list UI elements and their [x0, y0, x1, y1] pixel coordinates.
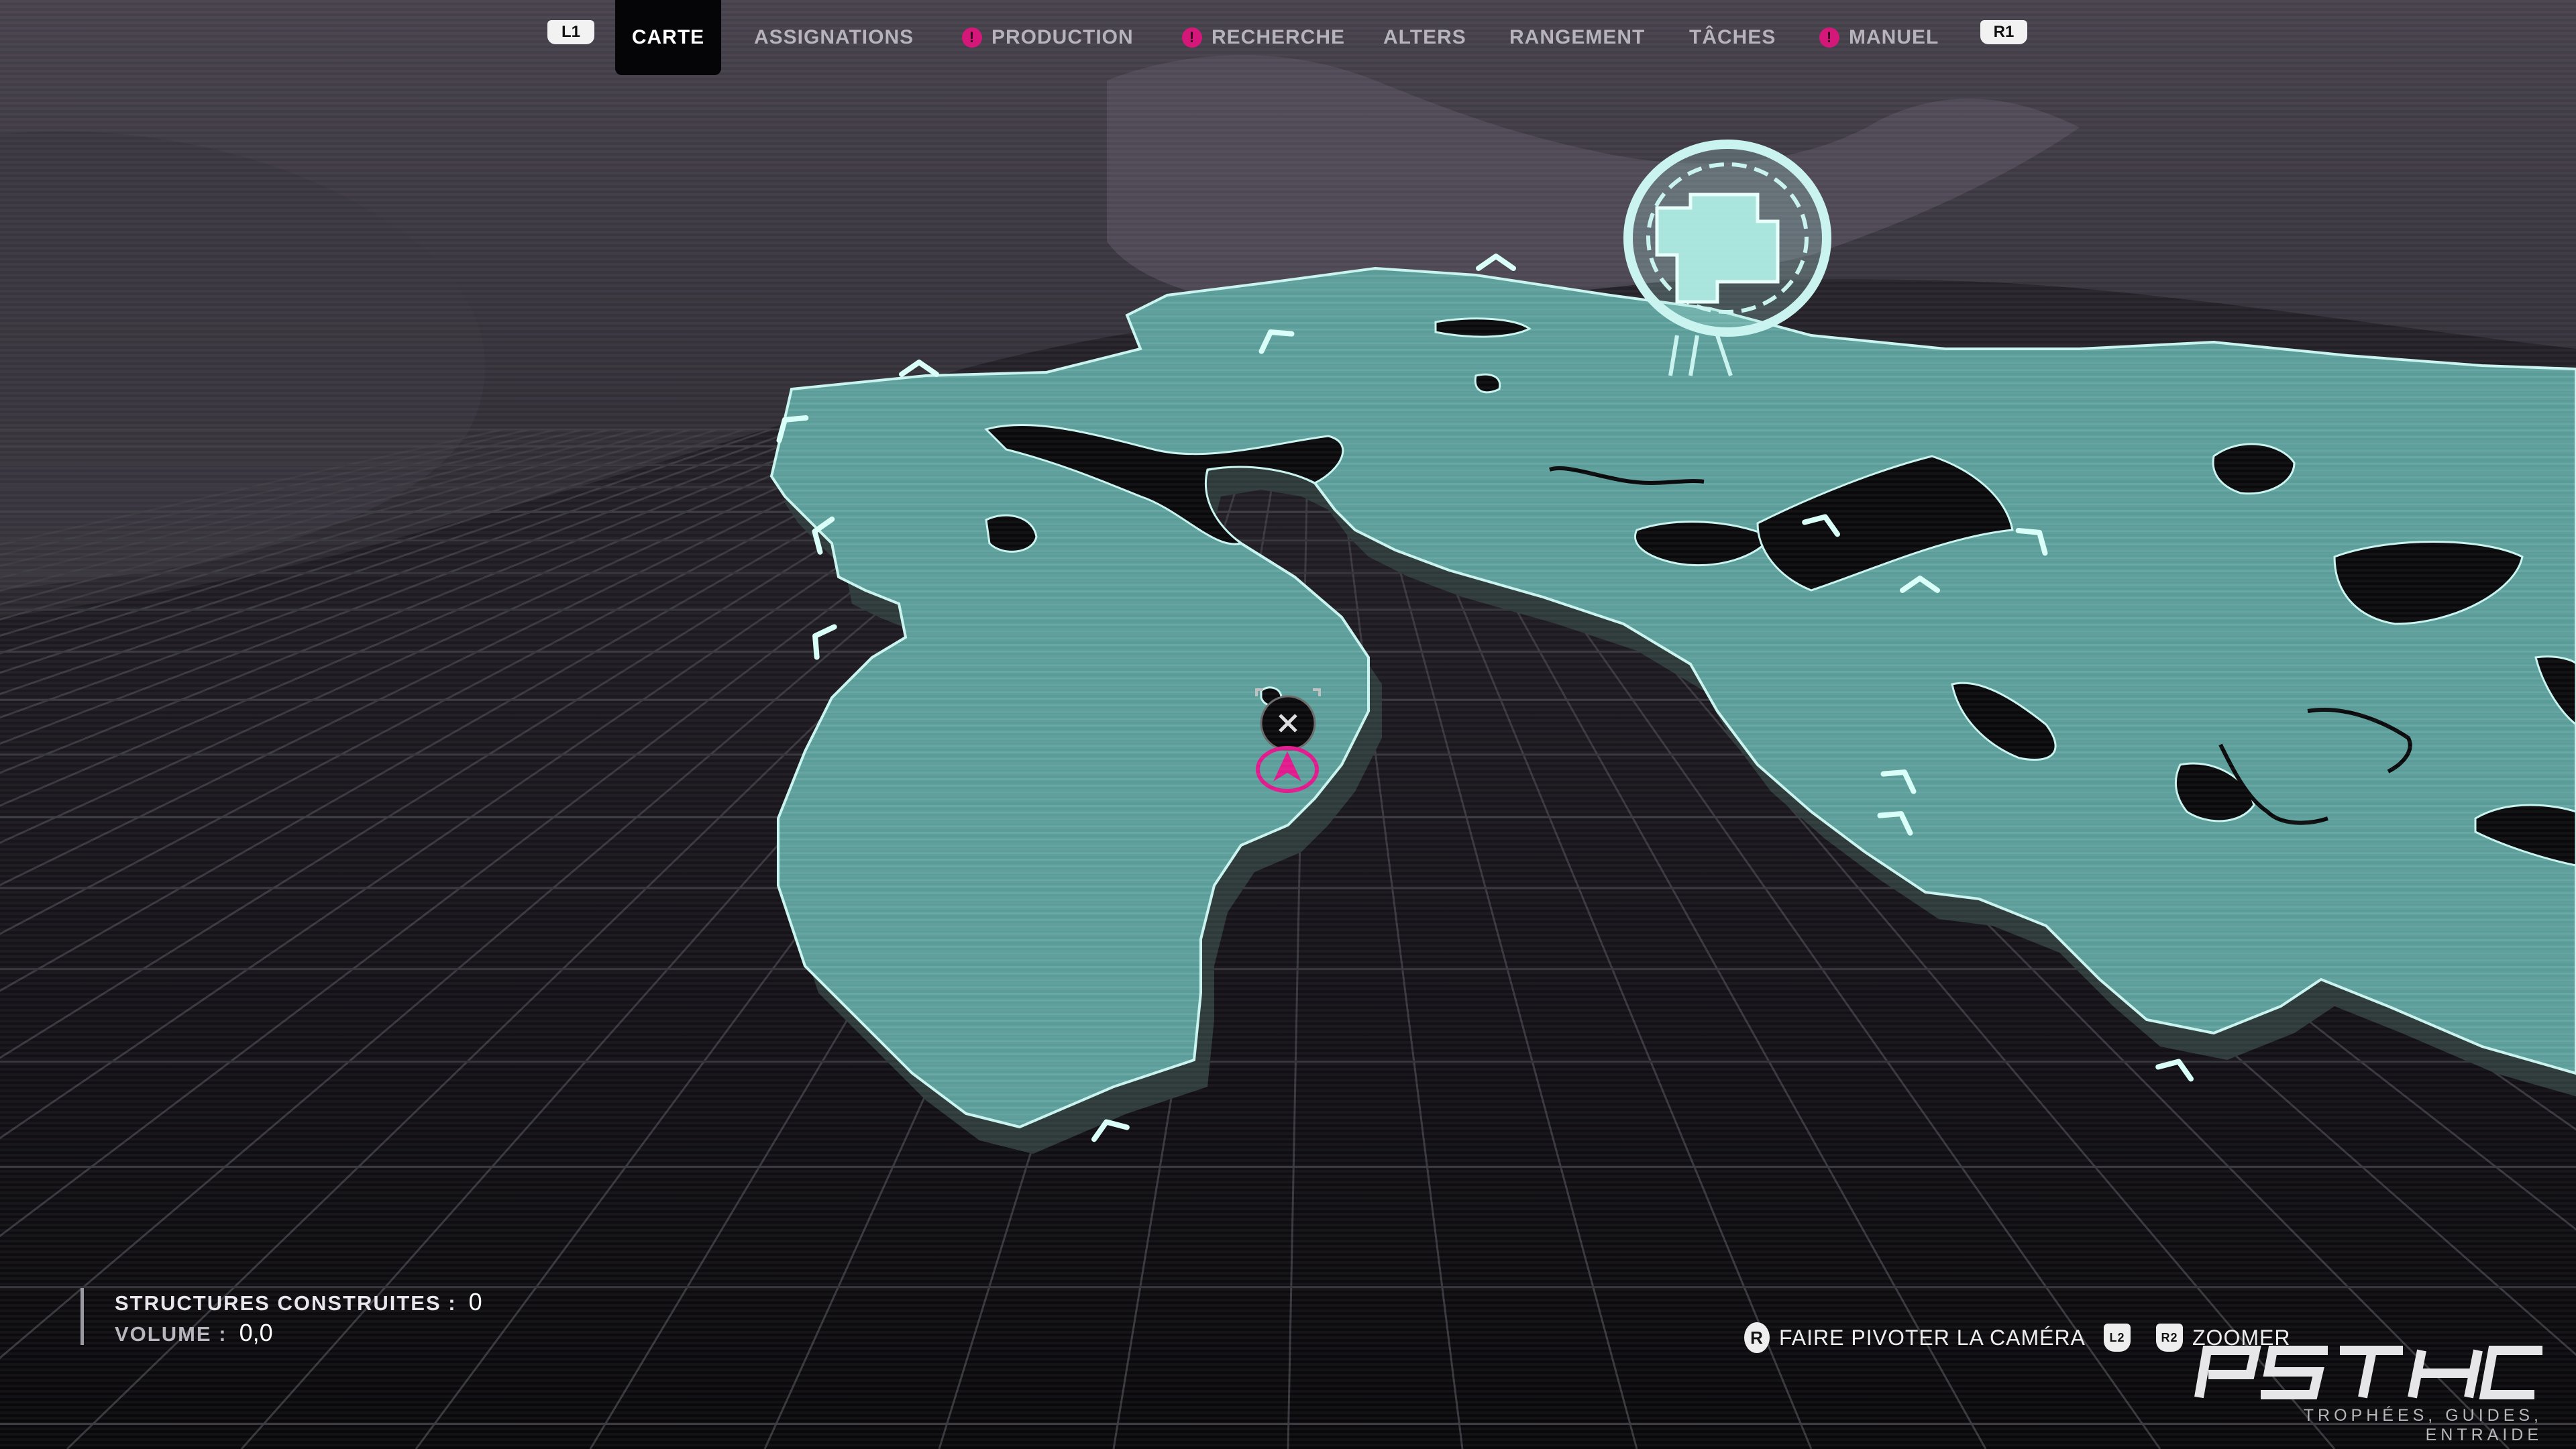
- tab-rangement[interactable]: RANGEMENT: [1509, 0, 1645, 75]
- tab-label: PRODUCTION: [991, 26, 1134, 48]
- structures-row: STRUCTURES CONSTRUITES : 0: [115, 1288, 482, 1319]
- tab-recherche[interactable]: ! RECHERCHE: [1182, 0, 1345, 75]
- tab-label: ALTERS: [1383, 26, 1466, 48]
- alert-icon: !: [962, 28, 982, 48]
- tab-label: RANGEMENT: [1509, 26, 1646, 48]
- tab-production[interactable]: ! PRODUCTION: [962, 0, 1134, 75]
- tab-taches[interactable]: TÂCHES: [1689, 0, 1776, 75]
- top-navigation: L1 CARTE ASSIGNATIONS ! PRODUCTION ! REC…: [0, 0, 2576, 80]
- psthc-tagline: TROPHÉES, GUIDES, ENTRAIDE: [2303, 1406, 2542, 1444]
- map-view[interactable]: [0, 0, 2576, 1449]
- tab-label: RECHERCHE: [1212, 26, 1346, 48]
- tab-alters[interactable]: ALTERS: [1383, 0, 1466, 75]
- scanline-overlay: [0, 0, 2576, 1449]
- volume-label: VOLUME :: [115, 1322, 227, 1346]
- tab-carte[interactable]: CARTE: [615, 0, 721, 75]
- tab-label: ASSIGNATIONS: [754, 26, 914, 48]
- volume-value: 0,0: [239, 1319, 273, 1346]
- right-stick-icon: R: [1744, 1322, 1770, 1353]
- rotate-camera-label: FAIRE PIVOTER LA CAMÉRA: [1779, 1325, 2086, 1350]
- volume-row: VOLUME : 0,0: [115, 1319, 482, 1350]
- tab-assignations[interactable]: ASSIGNATIONS: [754, 0, 914, 75]
- l2-trigger-icon: L2: [2104, 1324, 2131, 1352]
- structures-label: STRUCTURES CONSTRUITES :: [115, 1291, 457, 1315]
- tab-label: TÂCHES: [1689, 26, 1776, 48]
- alert-icon: !: [1182, 28, 1202, 48]
- structures-value: 0: [468, 1288, 482, 1316]
- psthc-logo: [2194, 1346, 2542, 1399]
- rotate-camera-hint: R FAIRE PIVOTER LA CAMÉRA: [1744, 1316, 2086, 1359]
- tab-label: CARTE: [631, 26, 705, 48]
- alert-icon: !: [1819, 28, 1839, 48]
- l1-button[interactable]: L1: [547, 20, 594, 44]
- tab-label: MANUEL: [1849, 26, 1939, 48]
- r1-button[interactable]: R1: [1980, 20, 2027, 44]
- tab-manuel[interactable]: ! MANUEL: [1819, 0, 1939, 75]
- structure-stats: STRUCTURES CONSTRUITES : 0 VOLUME : 0,0: [80, 1288, 482, 1346]
- r2-trigger-icon: R2: [2156, 1324, 2183, 1352]
